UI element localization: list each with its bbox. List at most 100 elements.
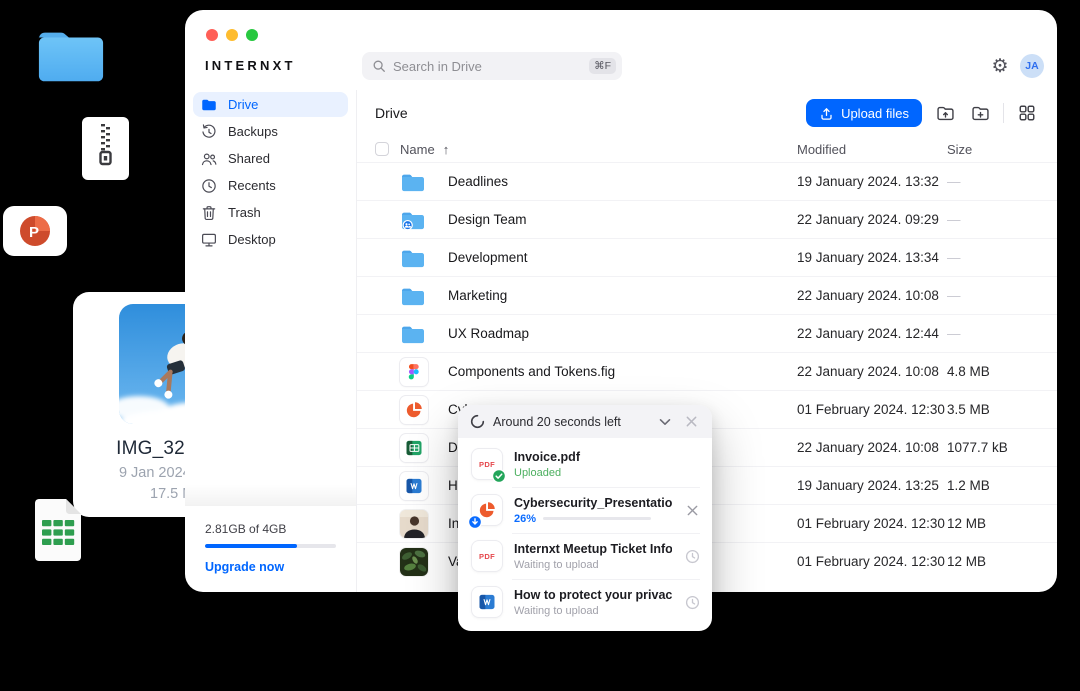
sidebar-item-desktop[interactable]: Desktop: [193, 227, 348, 252]
toolbar-divider: [1003, 103, 1004, 123]
upload-icon: [819, 106, 834, 121]
file-modified-date: 19 January 2024. 13:25: [797, 478, 947, 493]
shared-icon: [200, 150, 218, 168]
storage-panel: 2.81GB of 4GB Upgrade now: [185, 506, 356, 592]
file-name: Components and Tokens.fig: [436, 364, 797, 379]
file-size: 12 MB: [947, 554, 1039, 569]
upload-folder-button[interactable]: [933, 101, 957, 125]
upload-item-status: Uploaded: [514, 467, 672, 479]
file-size: —: [947, 326, 1039, 341]
modified-column-header[interactable]: Modified: [797, 142, 947, 157]
file-modified-date: 19 January 2024. 13:32: [797, 174, 947, 189]
close-popup-button[interactable]: [682, 413, 700, 431]
table-row[interactable]: Deadlines 19 January 2024. 13:32 —: [357, 162, 1057, 200]
internxt-logo: INTERNXT: [205, 58, 296, 73]
file-name: Marketing: [436, 288, 797, 303]
folder-icon: [400, 171, 436, 193]
file-name: Design Team: [436, 212, 797, 227]
sidebar-item-label: Backups: [228, 124, 278, 139]
sidebar-item-label: Trash: [228, 205, 261, 220]
zoom-window-button[interactable]: [246, 29, 258, 41]
pdf-file-icon: PDF: [472, 449, 502, 479]
upload-time-remaining: Around 20 seconds left: [493, 415, 648, 429]
drive-icon: [200, 96, 218, 114]
upload-percent: 26%: [514, 513, 536, 525]
zip-file-icon: [82, 117, 129, 180]
search-icon: [372, 59, 386, 73]
chevron-down-icon: [658, 415, 672, 429]
upload-item-status: Waiting to upload: [514, 605, 672, 617]
close-window-button[interactable]: [206, 29, 218, 41]
upload-item-name: Internxt Meetup Ticket Info.pdf: [514, 542, 672, 556]
select-all-checkbox[interactable]: [375, 142, 389, 156]
file-modified-date: 01 February 2024. 12:30: [797, 402, 947, 417]
table-row[interactable]: Development 19 January 2024. 13:34 —: [357, 238, 1057, 276]
figma-icon: [400, 358, 436, 386]
upload-item: How to protect your privacy.doc Waiting …: [458, 579, 712, 625]
search-input[interactable]: [393, 59, 582, 74]
upload-item: PDF Invoice.pdf Uploaded: [458, 441, 712, 487]
table-row[interactable]: Components and Tokens.fig 22 January 202…: [357, 352, 1057, 390]
file-name: Deadlines: [436, 174, 797, 189]
upload-popup-header: Around 20 seconds left: [458, 405, 712, 438]
upload-item-status: 26%: [514, 513, 672, 525]
user-avatar[interactable]: JA: [1020, 54, 1044, 78]
spreadsheet-file-icon: [30, 496, 86, 564]
file-size: —: [947, 212, 1039, 227]
file-size: 1.2 MB: [947, 478, 1039, 493]
settings-gear-icon[interactable]: ⚙: [989, 55, 1011, 77]
sidebar-item-recents[interactable]: Recents: [193, 173, 348, 198]
grid-view-button[interactable]: [1015, 101, 1039, 125]
minimize-window-button[interactable]: [226, 29, 238, 41]
folder-icon: [400, 323, 436, 345]
file-size: —: [947, 250, 1039, 265]
sidebar-item-drive[interactable]: Drive: [193, 92, 348, 117]
table-header: Name ↑ Modified Size: [357, 136, 1057, 162]
file-size: 12 MB: [947, 516, 1039, 531]
new-folder-button[interactable]: [968, 101, 992, 125]
file-modified-date: 22 January 2024. 09:29: [797, 212, 947, 227]
word-file-icon: [472, 587, 502, 617]
size-column-header[interactable]: Size: [947, 142, 1039, 157]
file-size: —: [947, 174, 1039, 189]
file-modified-date: 22 January 2024. 10:08: [797, 440, 947, 455]
sidebar-item-trash[interactable]: Trash: [193, 200, 348, 225]
folder-shared-icon: [400, 209, 436, 231]
uploaded-check-badge: [492, 469, 506, 483]
sidebar-item-shared[interactable]: Shared: [193, 146, 348, 171]
upload-item: PDF Internxt Meetup Ticket Info.pdf Wait…: [458, 533, 712, 579]
table-row[interactable]: UX Roadmap 22 January 2024. 12:44 —: [357, 314, 1057, 352]
table-row[interactable]: Marketing 22 January 2024. 10:08 —: [357, 276, 1057, 314]
upload-files-button[interactable]: Upload files: [806, 99, 922, 127]
file-size: 3.5 MB: [947, 402, 1039, 417]
desktop-icon: [200, 231, 218, 249]
sidebar-item-backups[interactable]: Backups: [193, 119, 348, 144]
file-modified-date: 01 February 2024. 12:30: [797, 554, 947, 569]
recents-icon: [200, 177, 218, 195]
collapse-popup-button[interactable]: [656, 413, 674, 431]
uploading-badge: [468, 515, 482, 529]
spinner-icon: [470, 414, 485, 429]
upgrade-now-link[interactable]: Upgrade now: [205, 560, 336, 574]
upload-progress-bar: [543, 517, 651, 521]
upload-item-name: Invoice.pdf: [514, 450, 672, 464]
search-bar[interactable]: ⌘F: [362, 52, 622, 80]
folder-icon: [400, 285, 436, 307]
upload-item-name: Cybersecurity_Presentation.ppt: [514, 496, 672, 510]
sidebar: Drive Backups Shared Recents Trash Deskt…: [185, 90, 357, 592]
ppt-file-icon: [472, 495, 502, 525]
ppt-icon: [400, 396, 436, 424]
sidebar-item-label: Desktop: [228, 232, 276, 247]
waiting-clock-icon: [685, 549, 700, 564]
powerpoint-file-icon: P: [3, 206, 67, 256]
sort-ascending-icon: ↑: [443, 142, 450, 157]
cancel-upload-button[interactable]: [686, 504, 699, 517]
excel-icon: [400, 434, 436, 462]
app-window: INTERNXT ⌘F ⚙ JA Drive Backups Shared Re…: [185, 10, 1057, 592]
waiting-clock-icon: [685, 595, 700, 610]
upload-progress-popup: Around 20 seconds left PDF Invoice.pdf U…: [458, 405, 712, 631]
name-column-header[interactable]: Name ↑: [400, 142, 797, 157]
table-row[interactable]: Design Team 22 January 2024. 09:29 —: [357, 200, 1057, 238]
close-icon: [685, 415, 698, 428]
file-size: 1077.7 kB: [947, 440, 1039, 455]
